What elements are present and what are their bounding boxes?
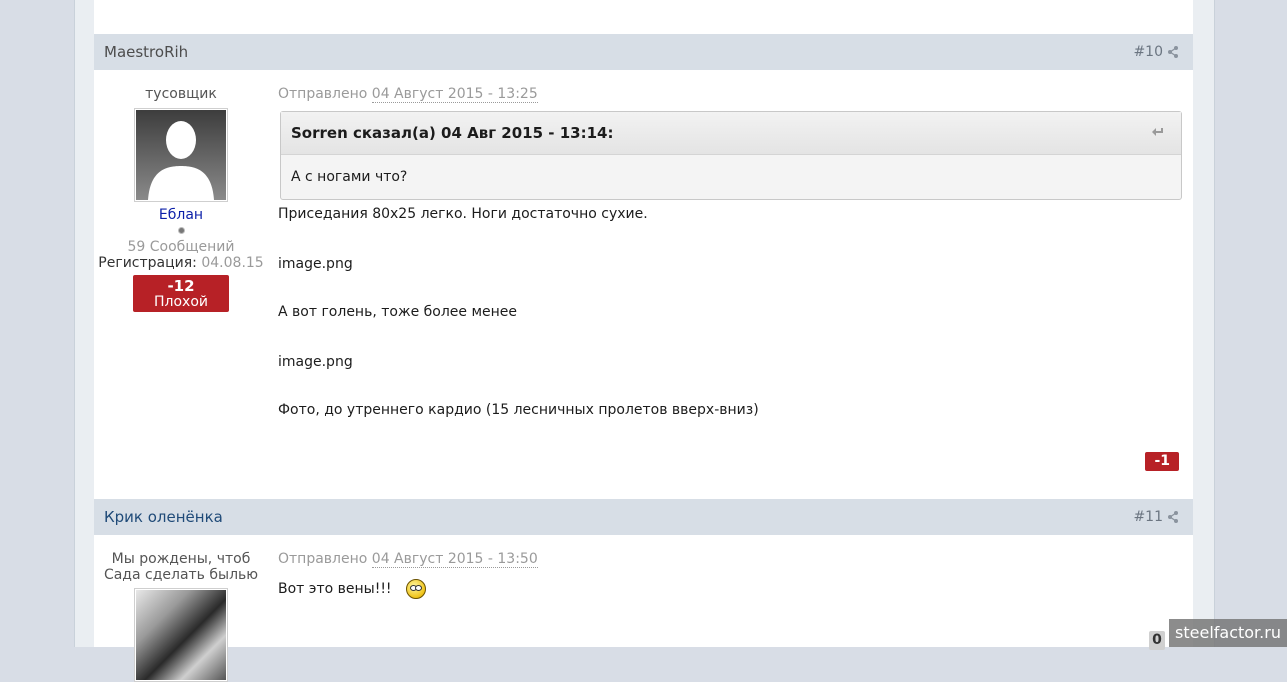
reputation-value: -12 bbox=[167, 277, 195, 295]
member-rank-line: Мы рождены, чтоб bbox=[111, 551, 251, 567]
post-meta: Отправлено 04 Август 2015 - 13:50 bbox=[278, 551, 1183, 568]
post-paragraph: Приседания 80х25 легко. Ноги достаточно … bbox=[278, 206, 648, 222]
post-paragraph: А вот голень, тоже более менее bbox=[278, 304, 518, 320]
avatar-image bbox=[136, 110, 226, 200]
post-author: MaestroRih bbox=[104, 43, 189, 61]
post-number-link[interactable]: #11 bbox=[1133, 509, 1163, 525]
image-attachment-link[interactable]: image.png bbox=[278, 254, 353, 274]
post-body: Отправлено 04 Август 2015 - 13:50 Вот эт… bbox=[278, 551, 1183, 647]
avatar[interactable] bbox=[134, 588, 228, 682]
avatar-image bbox=[136, 590, 226, 680]
member-rank: тусовщик bbox=[145, 86, 217, 102]
quote-header: Sorren сказал(а) 04 Авг 2015 - 13:14: bbox=[281, 112, 1181, 155]
post-meta: Отправлено 04 Август 2015 - 13:25 bbox=[278, 86, 1183, 103]
registration-value: 04.08.15 bbox=[201, 255, 264, 271]
share-icon[interactable] bbox=[1167, 510, 1179, 524]
post-header: MaestroRih #10 bbox=[94, 34, 1193, 70]
quote-block: Sorren сказал(а) 04 Авг 2015 - 13:14: А … bbox=[280, 111, 1182, 200]
avatar[interactable] bbox=[134, 108, 228, 202]
member-rank-line: Сада сделать былью bbox=[103, 567, 259, 583]
topic-panel: MaestroRih #10 тусовщик Еблан 59 Сообщен… bbox=[94, 0, 1193, 682]
post-paragraph: Вот это вены!!! bbox=[278, 579, 426, 599]
posted-label: Отправлено bbox=[278, 551, 368, 567]
post-count: 59 Сообщений bbox=[127, 239, 235, 255]
default-avatar-icon bbox=[148, 121, 214, 200]
quote-icon[interactable] bbox=[1151, 126, 1165, 138]
posted-label: Отправлено bbox=[278, 86, 368, 102]
author-sidebar: Мы рождены, чтоб Сада сделать былью bbox=[94, 551, 268, 682]
post-reputation-badge[interactable]: -1 bbox=[1145, 452, 1179, 471]
smiley-icon bbox=[405, 579, 426, 599]
posted-date[interactable]: 04 Август 2015 - 13:25 bbox=[371, 86, 538, 103]
posted-date[interactable]: 04 Август 2015 - 13:50 bbox=[371, 551, 538, 568]
quote-citation: Sorren сказал(а) 04 Авг 2015 - 13:14: bbox=[291, 124, 614, 142]
post-author[interactable]: Крик оленёнка bbox=[104, 508, 223, 526]
image-attachment-link[interactable]: image.png bbox=[278, 352, 353, 372]
reputation-label: Плохой bbox=[154, 294, 208, 310]
post-body: Отправлено 04 Август 2015 - 13:25 Sorren… bbox=[278, 86, 1183, 476]
post-header: Крик оленёнка #11 bbox=[94, 499, 1193, 535]
post-paragraph: Фото, до утреннего кардио (15 лесничных … bbox=[278, 402, 759, 418]
registration-label: Регистрация: bbox=[98, 255, 197, 271]
reputation-badge: -12 Плохой bbox=[133, 275, 229, 312]
post-reputation-badge[interactable]: 0 bbox=[1149, 631, 1165, 650]
author-sidebar: тусовщик Еблан 59 Сообщений Регистрация:… bbox=[94, 86, 268, 312]
quote-text: А с ногами что? bbox=[291, 169, 408, 185]
registration-date: Регистрация: 04.08.15 bbox=[94, 255, 268, 271]
online-status-icon bbox=[177, 227, 185, 234]
username-link[interactable]: Еблан bbox=[94, 207, 268, 223]
share-icon[interactable] bbox=[1167, 45, 1179, 59]
post-number-link[interactable]: #10 bbox=[1133, 44, 1163, 60]
post-text: Вот это вены!!! bbox=[278, 581, 392, 597]
site-watermark: steelfactor.ru bbox=[1169, 619, 1287, 647]
